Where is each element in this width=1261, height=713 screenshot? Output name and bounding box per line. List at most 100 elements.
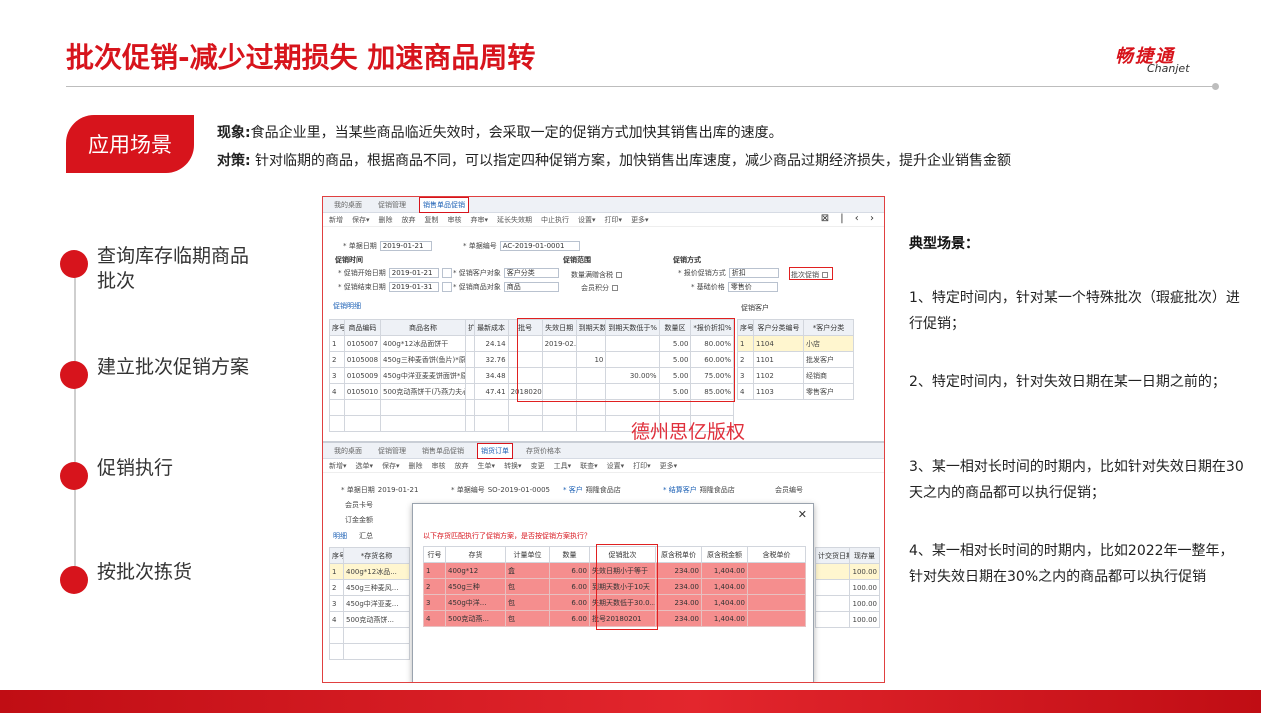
so-date-label: * 单据日期: [341, 486, 375, 494]
tb-add[interactable]: 新增: [329, 215, 343, 225]
tb-generate[interactable]: 生单▾: [478, 461, 496, 471]
cell: 450g中洋亚麦...: [343, 595, 410, 612]
table-row[interactable]: 1 1104 小店: [737, 335, 854, 352]
customer-value[interactable]: 翔隆食品店: [586, 485, 621, 495]
rule-gift-checkbox[interactable]: [616, 272, 622, 278]
table-row[interactable]: 3 450g中洋亚麦...: [329, 595, 410, 612]
rule-points-checkbox[interactable]: [612, 285, 618, 291]
tb-discard[interactable]: 放弃: [402, 215, 416, 225]
start-date-input[interactable]: 2019-01-21: [388, 268, 439, 278]
tb-more[interactable]: 更多▾: [660, 461, 678, 471]
tab-desktop[interactable]: 我的桌面: [331, 444, 365, 458]
tb-change[interactable]: 变更: [531, 461, 545, 471]
cell: 6.00: [549, 594, 590, 611]
detail-subtab[interactable]: 促销明细: [333, 301, 361, 311]
table-row[interactable]: 4 1103 零售客户: [737, 383, 854, 400]
cell: 6.00: [549, 562, 590, 579]
tab-promotion[interactable]: 促销管理: [375, 444, 409, 458]
table-row[interactable]: 100.00: [815, 563, 880, 580]
bottom-subtabs: 明细 汇总: [333, 531, 373, 541]
cell: 500克动燕饼干(乃燕力夫心): [380, 383, 467, 400]
doc-date-input[interactable]: 2019-01-21: [379, 241, 432, 251]
table-row[interactable]: [329, 627, 410, 644]
tb-query[interactable]: 联查▾: [580, 461, 598, 471]
tab-desktop[interactable]: 我的桌面: [331, 198, 365, 212]
col-header: *客户分类: [803, 319, 854, 336]
cell: 4: [423, 610, 446, 627]
col-header: 序号: [737, 319, 754, 336]
tb-save[interactable]: 保存▾: [352, 215, 370, 225]
top-tabs: 我的桌面 促销管理 销售单品促销: [323, 197, 884, 213]
cell: 6.00: [549, 610, 590, 627]
tb-add[interactable]: 新增▾: [329, 461, 347, 471]
doc-no-input[interactable]: AC-2019-01-0001: [499, 241, 580, 251]
end-date-field: * 促销结束日期 2019-01-31: [338, 282, 452, 292]
tb-tools[interactable]: 工具▾: [554, 461, 572, 471]
settle-field: * 结算客户 翔隆食品店: [663, 485, 735, 495]
table-row[interactable]: 3 1102 经销商: [737, 367, 854, 384]
tb-settings[interactable]: 设置▾: [578, 215, 596, 225]
goods-obj-select[interactable]: 商品: [503, 282, 559, 292]
customer-label: * 客户: [563, 486, 583, 494]
subtab-detail[interactable]: 明细: [333, 531, 347, 541]
cell: 包: [505, 594, 550, 611]
calendar-icon[interactable]: [441, 282, 452, 292]
scenario-3: 3、某一相对长时间的时期内，比如针对失效日期在30天之内的商品都可以执行促销；: [909, 459, 1244, 501]
cell: 100.00: [849, 563, 880, 580]
tb-audit[interactable]: 审核: [448, 215, 462, 225]
tb-delete[interactable]: 删除: [379, 215, 393, 225]
tb-select[interactable]: 选单▾: [356, 461, 374, 471]
logo-en: Chanjet: [1147, 62, 1190, 75]
tab-sales-order[interactable]: 销货订单: [477, 442, 513, 459]
col-header: 最新成本: [473, 319, 509, 336]
doc-no-field: * 单据编号 AC-2019-01-0001: [463, 241, 580, 251]
cust-section-label: 促销客户: [741, 304, 769, 312]
so-no-value[interactable]: SO-2019-01-0005: [488, 486, 550, 494]
tb-delete[interactable]: 删除: [409, 461, 423, 471]
cell: [747, 594, 806, 611]
phenomenon-text: 食品企业里，当某些商品临近失效时，会采取一定的促销方式加快其销售出库的速度。: [250, 125, 783, 141]
end-date-input[interactable]: 2019-01-31: [388, 282, 439, 292]
nav-arrows-icon[interactable]: ⊠ | ‹ ›: [821, 213, 878, 224]
col-header: 商品编码: [343, 319, 382, 336]
cust-obj-select[interactable]: 客户分类: [503, 268, 559, 278]
rule-points: 会员积分: [581, 283, 618, 293]
price-method-select[interactable]: 折扣: [728, 268, 779, 278]
tb-save[interactable]: 保存▾: [382, 461, 400, 471]
tb-stop[interactable]: 中止执行: [541, 215, 569, 225]
tab-promotion[interactable]: 促销管理: [375, 198, 409, 212]
table-row[interactable]: 100.00: [815, 579, 880, 596]
table-row[interactable]: 2 450g三种麦风...: [329, 579, 410, 596]
tb-unaudit[interactable]: 弃审▾: [471, 215, 489, 225]
so-date-value[interactable]: 2019-01-21: [378, 486, 419, 494]
top-toolbar: 新增 保存▾ 删除 放弃 复制 审核 弃审▾ 延长失效期 中止执行 设置▾ 打印…: [323, 213, 884, 227]
calendar-icon[interactable]: [441, 268, 452, 278]
tb-convert[interactable]: 转换▾: [504, 461, 522, 471]
tb-print[interactable]: 打印▾: [633, 461, 651, 471]
subtab-summary[interactable]: 汇总: [359, 531, 373, 541]
tb-print[interactable]: 打印▾: [605, 215, 623, 225]
basis-price-select[interactable]: 零售价: [727, 282, 778, 292]
table-row[interactable]: 100.00: [815, 611, 880, 628]
cell: 24.14: [473, 335, 509, 352]
tab-single-promotion[interactable]: 销售单品促销: [419, 444, 467, 458]
table-row[interactable]: 100.00: [815, 595, 880, 612]
table-row[interactable]: 2 1101 批发客户: [737, 351, 854, 368]
table-row[interactable]: 1 400g*12冰品...: [329, 563, 410, 580]
settle-value[interactable]: 翔隆食品店: [700, 485, 735, 495]
col-header: 原含税金额: [701, 546, 748, 563]
cell: 批发客户: [803, 351, 854, 368]
tb-settings[interactable]: 设置▾: [607, 461, 625, 471]
grid-header-row: 计交货日期 现存量: [815, 547, 880, 564]
tab-price-book[interactable]: 存货价格本: [523, 444, 564, 458]
tab-single-promotion[interactable]: 销售单品促销: [419, 197, 469, 213]
tb-discard[interactable]: 放弃: [455, 461, 469, 471]
cell: 1: [329, 335, 345, 352]
tb-audit[interactable]: 审核: [432, 461, 446, 471]
table-row[interactable]: 4 500克动燕饼...: [329, 611, 410, 628]
tb-copy[interactable]: 复制: [425, 215, 439, 225]
tb-more[interactable]: 更多▾: [631, 215, 649, 225]
tb-extend[interactable]: 延长失效期: [497, 215, 532, 225]
close-icon[interactable]: ✕: [798, 508, 807, 521]
table-row[interactable]: [329, 643, 410, 660]
